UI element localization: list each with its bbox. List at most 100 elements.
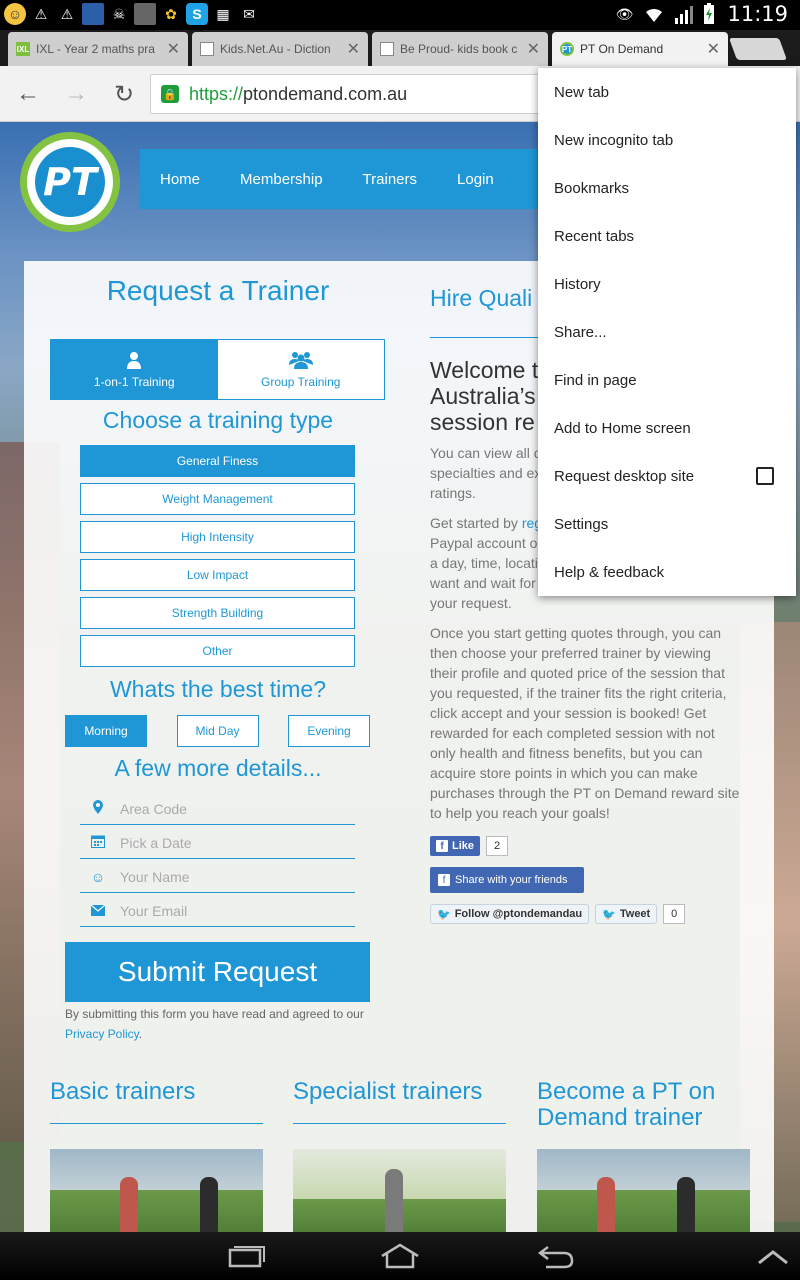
skull-icon: ☠ [112, 5, 126, 22]
date-input[interactable] [120, 834, 340, 851]
menu-label: Add to Home screen [554, 419, 691, 437]
menu-label: Recent tabs [554, 227, 635, 245]
basic-trainers-heading: Basic trainers [50, 1078, 196, 1105]
type-other[interactable]: Other [80, 635, 355, 667]
skype-icon: S [186, 3, 208, 25]
disclaimer-text: By submitting this form you have read an… [65, 1007, 364, 1021]
eye-icon: 👁 [615, 5, 634, 22]
nav-home[interactable]: Home [160, 171, 200, 188]
details-heading: A few more details... [114, 755, 322, 781]
tweet-button[interactable]: 🐦 Tweet [595, 904, 658, 924]
form-disclaimer: By submitting this form you have read an… [65, 1004, 385, 1044]
calendar-icon [88, 834, 108, 851]
page-favicon-icon [380, 42, 394, 56]
email-icon: ✉ [243, 5, 255, 22]
time-mid-day[interactable]: Mid Day [176, 715, 259, 747]
one-on-one-label: 1-on-1 Training [93, 374, 175, 389]
area-code-input[interactable] [120, 800, 340, 817]
menu-new-tab[interactable]: New tab [538, 68, 796, 116]
date-field[interactable] [80, 827, 355, 859]
address-bar[interactable]: 🔒 https:// ptondemand.com.au [150, 74, 550, 114]
facebook-like-button[interactable]: f Like [430, 836, 481, 856]
back-icon[interactable] [536, 1244, 576, 1270]
group-training-tab[interactable]: Group Training [217, 340, 384, 399]
tab-be-proud[interactable]: Be Proud- kids book c ✕ [372, 32, 548, 66]
site-logo[interactable]: PT [20, 132, 120, 232]
type-low-impact[interactable]: Low Impact [80, 559, 355, 591]
type-high-intensity[interactable]: High Intensity [80, 521, 355, 553]
type-general-fitness[interactable]: General Finess [80, 445, 355, 477]
training-type-list: General Finess Weight Management High In… [80, 445, 355, 673]
name-field[interactable]: ☺ [80, 861, 355, 893]
twitter-follow-button[interactable]: 🐦 Follow @ptondemandau [430, 904, 590, 924]
menu-recent-tabs[interactable]: Recent tabs [538, 212, 796, 260]
become-trainer-section: Become a PT on Demand trainer [537, 1079, 750, 1150]
warning-icon: ⚠ [60, 5, 74, 22]
group-training-label: Group Training [261, 374, 341, 389]
close-tab-icon[interactable]: ✕ [347, 39, 360, 59]
divider [293, 1123, 506, 1124]
paragraph-line: Get started by [430, 515, 522, 531]
menu-help-feedback[interactable]: Help & feedback [538, 548, 796, 596]
group-training-photo[interactable] [293, 1149, 506, 1232]
menu-settings[interactable]: Settings [538, 500, 796, 548]
one-on-one-tab[interactable]: 1-on-1 Training [51, 340, 218, 399]
desktop-site-checkbox[interactable] [756, 467, 774, 485]
best-time-heading: Whats the best time? [109, 676, 327, 702]
menu-new-incognito-tab[interactable]: New incognito tab [538, 116, 796, 164]
site-navigation: Home Membership Trainers Login [140, 149, 540, 209]
menu-find-in-page[interactable]: Find in page [538, 356, 796, 404]
warning-icon: ⚠ [34, 5, 48, 22]
close-tab-icon[interactable]: ✕ [167, 39, 180, 59]
url-host: ptondemand.com.au [243, 83, 408, 104]
menu-bookmarks[interactable]: Bookmarks [538, 164, 796, 212]
name-input[interactable] [120, 868, 340, 885]
type-weight-management[interactable]: Weight Management [80, 483, 355, 515]
hire-heading: Hire Quali [430, 285, 533, 311]
chevron-up-icon[interactable] [756, 1248, 790, 1266]
type-strength-building[interactable]: Strength Building [80, 597, 355, 629]
forward-arrow-icon[interactable]: → [60, 78, 92, 110]
twitter-bird-icon: 🐦 [437, 908, 451, 921]
reload-icon[interactable]: ↻ [108, 78, 140, 110]
boxing-training-photo[interactable] [50, 1149, 263, 1232]
pt-favicon-icon: PT [560, 42, 574, 56]
email-input[interactable] [120, 902, 340, 919]
nav-trainers[interactable]: Trainers [363, 171, 417, 188]
close-tab-icon[interactable]: ✕ [527, 39, 540, 59]
menu-add-to-home-screen[interactable]: Add to Home screen [538, 404, 796, 452]
camera-icon [134, 3, 156, 25]
divider [50, 1123, 263, 1124]
tab-strip: IXL IXL - Year 2 maths pra ✕ Kids.Net.Au… [0, 30, 800, 66]
nav-membership[interactable]: Membership [240, 171, 323, 188]
menu-label: History [554, 275, 601, 293]
tab-kids-net[interactable]: Kids.Net.Au - Diction ✕ [192, 32, 368, 66]
submit-request-button[interactable]: Submit Request [65, 942, 370, 1002]
training-mode-toggle: 1-on-1 Training Group Training [50, 339, 385, 400]
area-code-field[interactable] [80, 793, 355, 825]
wifi-icon [646, 8, 663, 22]
tab-ixl[interactable]: IXL IXL - Year 2 maths pra ✕ [8, 32, 188, 66]
menu-history[interactable]: History [538, 260, 796, 308]
tab-pt-on-demand[interactable]: PT PT On Demand ✕ [552, 32, 728, 66]
email-field[interactable] [80, 895, 355, 927]
new-tab-button[interactable] [728, 38, 788, 60]
boxing-training-photo[interactable] [537, 1149, 750, 1232]
menu-request-desktop-site[interactable]: Request desktop site [538, 452, 796, 500]
close-tab-icon[interactable]: ✕ [707, 39, 720, 59]
time-evening[interactable]: Evening [288, 715, 370, 747]
logo-text: PT [35, 147, 105, 217]
menu-share[interactable]: Share... [538, 308, 796, 356]
time-morning[interactable]: Morning [65, 715, 147, 747]
basic-trainers-section: Basic trainers [50, 1079, 263, 1124]
back-arrow-icon[interactable]: ← [12, 78, 44, 110]
home-icon[interactable] [378, 1242, 422, 1270]
tweet-count: 0 [663, 904, 686, 924]
menu-label: Help & feedback [554, 563, 665, 581]
page-favicon-icon [200, 42, 214, 56]
nav-login[interactable]: Login [457, 171, 494, 188]
privacy-policy-link[interactable]: Privacy Policy [65, 1027, 139, 1041]
recent-apps-icon[interactable] [226, 1244, 266, 1268]
menu-label: Request desktop site [554, 467, 695, 485]
facebook-share-button[interactable]: f Share with your friends [430, 867, 584, 893]
